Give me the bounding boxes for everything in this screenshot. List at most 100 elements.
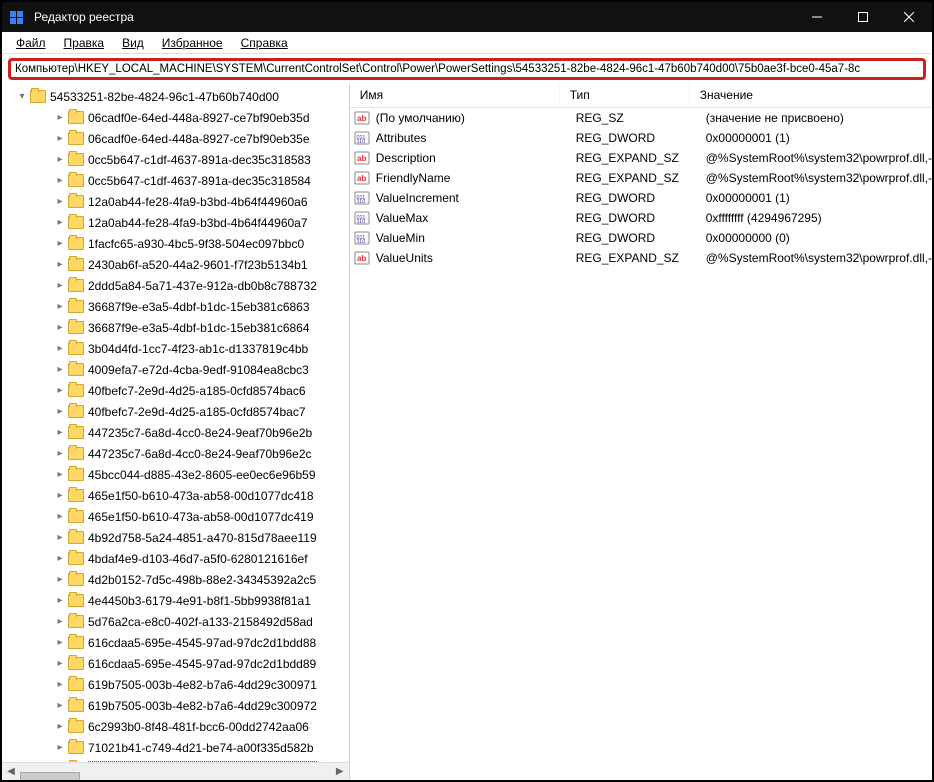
tree-item[interactable]: ▸ 12a0ab44-fe28-4fa9-b3bd-4b64f44960a7	[2, 212, 349, 233]
value-name: ValueMax	[376, 211, 576, 225]
titlebar[interactable]: Редактор реестра	[2, 2, 932, 32]
values-list[interactable]: (По умолчанию)REG_SZ(значение не присвое…	[350, 108, 932, 780]
chevron-icon: ▸	[54, 280, 66, 291]
tree-label: 465e1f50-b610-473a-ab58-00d1077dc419	[88, 510, 314, 524]
tree-label: 4009efa7-e72d-4cba-9edf-91084ea8cbc3	[88, 363, 309, 377]
chevron-icon: ▸	[54, 301, 66, 312]
folder-icon	[68, 174, 84, 187]
tree-item[interactable]: ▸45bcc044-d885-43e2-8605-ee0ec6e96b59	[2, 464, 349, 485]
tree-label: 6c2993b0-8f48-481f-bcc6-00dd2742aa06	[88, 720, 309, 734]
tree-item[interactable]: ▸36687f9e-e3a5-4dbf-b1dc-15eb381c6864	[2, 317, 349, 338]
tree-item[interactable]: ▸2430ab6f-a520-44a2-9601-f7f23b5134b1	[2, 254, 349, 275]
folder-icon	[68, 363, 84, 376]
value-type-icon	[354, 230, 370, 246]
scroll-right-arrow[interactable]: ▶	[331, 763, 349, 781]
tree-item[interactable]: ▸4b92d758-5a24-4851-a470-815d78aee119	[2, 527, 349, 548]
minimize-button[interactable]	[794, 2, 840, 32]
folder-icon	[68, 552, 84, 565]
scroll-left-arrow[interactable]: ◀	[2, 763, 20, 781]
folder-icon	[68, 510, 84, 523]
tree-item[interactable]: ▸1facfc65-a930-4bc5-9f38-504ec097bbc0	[2, 233, 349, 254]
value-type: REG_DWORD	[576, 131, 706, 145]
values-pane: Имя Тип Значение (По умолчанию)REG_SZ(зн…	[350, 84, 932, 780]
tree-item[interactable]: ▸619b7505-003b-4e82-b7a6-4dd29c300971	[2, 674, 349, 695]
menu-view[interactable]: Вид	[114, 34, 152, 52]
value-row[interactable]: ValueMaxREG_DWORD0xffffffff (4294967295)	[350, 208, 932, 228]
value-row[interactable]: DescriptionREG_EXPAND_SZ@%SystemRoot%\sy…	[350, 148, 932, 168]
window-buttons	[794, 2, 932, 32]
tree-item[interactable]: ▸4bdaf4e9-d103-46d7-a5f0-6280121616ef	[2, 548, 349, 569]
col-type[interactable]: Тип	[560, 84, 690, 107]
menu-favorites[interactable]: Избранное	[154, 34, 231, 52]
tree-label: 3b04d4fd-1cc7-4f23-ab1c-d1337819c4bb	[88, 342, 308, 356]
tree-item[interactable]: ▸465e1f50-b610-473a-ab58-00d1077dc418	[2, 485, 349, 506]
tree-item[interactable]: ▸06cadf0e-64ed-448a-8927-ce7bf90eb35e	[2, 128, 349, 149]
tree-label: 36687f9e-e3a5-4dbf-b1dc-15eb381c6863	[88, 300, 310, 314]
tree-label: 619b7505-003b-4e82-b7a6-4dd29c300972	[88, 699, 317, 713]
value-type: REG_DWORD	[576, 231, 706, 245]
col-name[interactable]: Имя	[350, 84, 560, 107]
value-row[interactable]: ValueIncrementREG_DWORD0x00000001 (1)	[350, 188, 932, 208]
chevron-icon: ▸	[54, 385, 66, 396]
tree-item[interactable]: ▸465e1f50-b610-473a-ab58-00d1077dc419	[2, 506, 349, 527]
close-button[interactable]	[886, 2, 932, 32]
maximize-button[interactable]	[840, 2, 886, 32]
value-row[interactable]: (По умолчанию)REG_SZ(значение не присвое…	[350, 108, 932, 128]
tree-item[interactable]: ▸06cadf0e-64ed-448a-8927-ce7bf90eb35d	[2, 107, 349, 128]
tree-item[interactable]: ▸2ddd5a84-5a71-437e-912a-db0b8c788732	[2, 275, 349, 296]
value-row[interactable]: FriendlyNameREG_EXPAND_SZ@%SystemRoot%\s…	[350, 168, 932, 188]
chevron-icon: ▸	[54, 217, 66, 228]
value-type-icon	[354, 150, 370, 166]
tree-label: 4bdaf4e9-d103-46d7-a5f0-6280121616ef	[88, 552, 308, 566]
tree-item[interactable]: ▸5d76a2ca-e8c0-402f-a133-2158492d58ad	[2, 611, 349, 632]
menu-help[interactable]: Справка	[233, 34, 296, 52]
addressbar[interactable]: Компьютер\HKEY_LOCAL_MACHINE\SYSTEM\Curr…	[8, 58, 926, 80]
folder-icon	[68, 132, 84, 145]
tree-label: 4e4450b3-6179-4e91-b8f1-5bb9938f81a1	[88, 594, 311, 608]
value-type-icon	[354, 130, 370, 146]
tree-item[interactable]: ▸0cc5b647-c1df-4637-891a-dec35c318584	[2, 170, 349, 191]
tree-label: 12a0ab44-fe28-4fa9-b3bd-4b64f44960a7	[88, 216, 308, 230]
tree-item[interactable]: ▸12a0ab44-fe28-4fa9-b3bd-4b64f44960a6	[2, 191, 349, 212]
folder-icon	[68, 153, 84, 166]
value-type-icon	[354, 110, 370, 126]
folder-icon	[30, 90, 46, 103]
tree-item[interactable]: ▸447235c7-6a8d-4cc0-8e24-9eaf70b96e2b	[2, 422, 349, 443]
chevron-icon: ▸	[54, 154, 66, 165]
value-row[interactable]: AttributesREG_DWORD0x00000001 (1)	[350, 128, 932, 148]
value-row[interactable]: ValueMinREG_DWORD0x00000000 (0)	[350, 228, 932, 248]
scroll-thumb[interactable]	[20, 772, 80, 781]
tree-label: 54533251-82be-4824-96c1-47b60b740d00	[50, 90, 279, 104]
tree-item[interactable]: ▸616cdaa5-695e-4545-97ad-97dc2d1bdd88	[2, 632, 349, 653]
tree-item[interactable]: ▸4009efa7-e72d-4cba-9edf-91084ea8cbc3	[2, 359, 349, 380]
folder-icon	[68, 216, 84, 229]
tree-item[interactable]: ▾54533251-82be-4824-96c1-47b60b740d00	[2, 86, 349, 107]
tree-item[interactable]: ▸619b7505-003b-4e82-b7a6-4dd29c300972	[2, 695, 349, 716]
tree-item[interactable]: ▸3b04d4fd-1cc7-4f23-ab1c-d1337819c4bb	[2, 338, 349, 359]
tree-item[interactable]: ▸40fbefc7-2e9d-4d25-a185-0cfd8574bac7	[2, 401, 349, 422]
content-area: ▾54533251-82be-4824-96c1-47b60b740d00▸06…	[2, 84, 932, 780]
tree-item[interactable]: ▸ 36687f9e-e3a5-4dbf-b1dc-15eb381c6863	[2, 296, 349, 317]
menu-file[interactable]: Файл	[8, 34, 54, 52]
tree-label: 4b92d758-5a24-4851-a470-815d78aee119	[88, 531, 317, 545]
tree-item[interactable]: ▸6c2993b0-8f48-481f-bcc6-00dd2742aa06	[2, 716, 349, 737]
tree-item[interactable]: ▸4e4450b3-6179-4e91-b8f1-5bb9938f81a1	[2, 590, 349, 611]
registry-tree[interactable]: ▾54533251-82be-4824-96c1-47b60b740d00▸06…	[2, 84, 349, 762]
tree-item[interactable]: ▸447235c7-6a8d-4cc0-8e24-9eaf70b96e2c	[2, 443, 349, 464]
tree-item[interactable]: ▸0cc5b647-c1df-4637-891a-dec35c318583	[2, 149, 349, 170]
chevron-icon: ▸	[54, 259, 66, 270]
chevron-icon: ▸	[54, 175, 66, 186]
col-value[interactable]: Значение	[690, 84, 932, 107]
horizontal-scrollbar[interactable]: ◀ ▶	[2, 762, 349, 780]
tree-item[interactable]: ▸40fbefc7-2e9d-4d25-a185-0cfd8574bac6	[2, 380, 349, 401]
chevron-icon: ▸	[54, 574, 66, 585]
folder-icon	[68, 699, 84, 712]
tree-item[interactable]: ▸616cdaa5-695e-4545-97ad-97dc2d1bdd89	[2, 653, 349, 674]
tree-item[interactable]: ▸ 4d2b0152-7d5c-498b-88e2-34345392a2c5	[2, 569, 349, 590]
tree-label: 4d2b0152-7d5c-498b-88e2-34345392a2c5	[88, 573, 316, 587]
value-row[interactable]: ValueUnitsREG_EXPAND_SZ@%SystemRoot%\sys…	[350, 248, 932, 268]
value-type: REG_DWORD	[576, 211, 706, 225]
folder-icon	[68, 468, 84, 481]
menu-edit[interactable]: Правка	[56, 34, 113, 52]
tree-item[interactable]: ▸71021b41-c749-4d21-be74-a00f335d582b	[2, 737, 349, 758]
